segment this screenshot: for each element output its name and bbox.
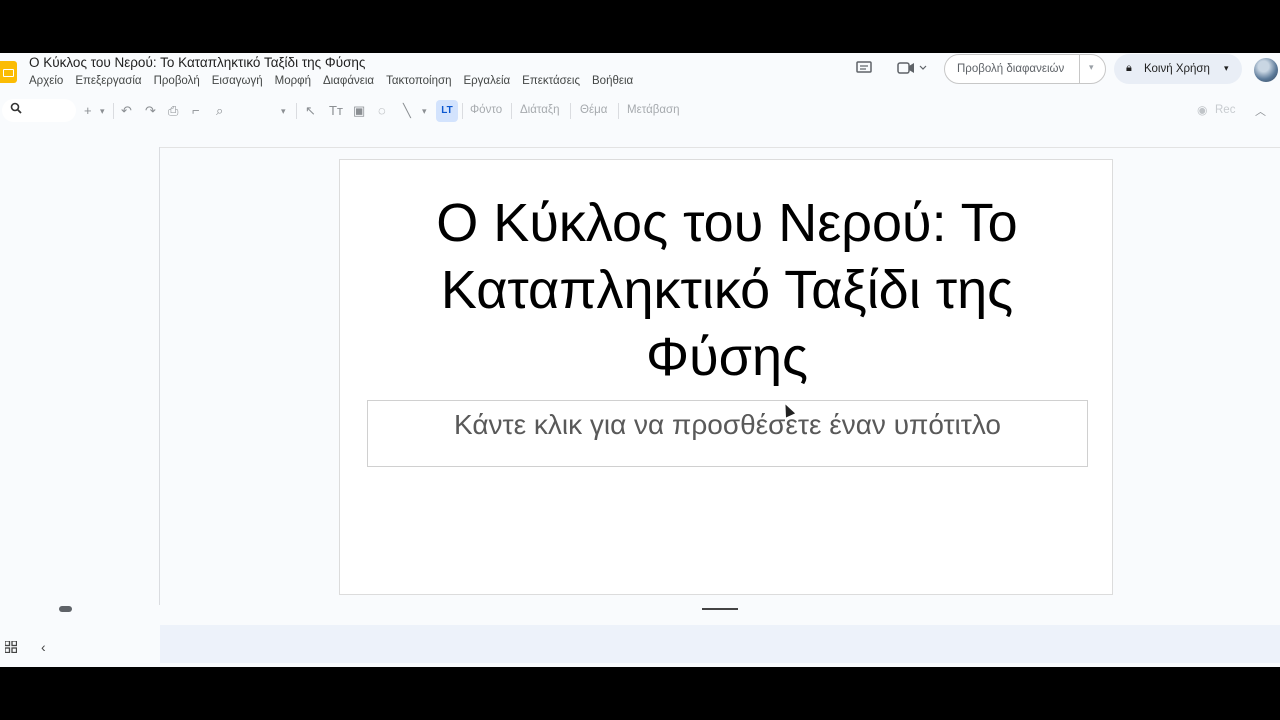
text-format-icon[interactable]: LT <box>436 100 458 122</box>
divider <box>113 103 114 119</box>
paint-format-icon[interactable]: ⌐ <box>192 103 200 118</box>
print-icon[interactable]: ⎙ <box>168 103 178 119</box>
transition-button[interactable]: Μετάβαση <box>627 104 680 116</box>
slides-app: Ο Κύκλος του Νερού: Το Καταπληκτικό Ταξί… <box>0 53 1280 667</box>
textbox-icon[interactable]: Tт <box>329 103 343 118</box>
chevron-down-icon[interactable]: ▾ <box>100 106 105 117</box>
line-icon[interactable]: ╲ <box>403 103 411 119</box>
image-icon[interactable]: ▣ <box>353 103 365 119</box>
divider <box>1079 55 1080 83</box>
select-icon[interactable]: ↖ <box>305 103 316 119</box>
menu-bar: Αρχείο Επεξεργασία Προβολή Εισαγωγή Μορφ… <box>29 75 633 87</box>
lock-icon: 🔒︎ <box>1126 62 1132 74</box>
layout-button[interactable]: Διάταξη <box>520 104 559 116</box>
menu-view[interactable]: Προβολή <box>154 75 200 87</box>
menu-tools[interactable]: Εργαλεία <box>463 75 510 87</box>
menu-extensions[interactable]: Επεκτάσεις <box>522 75 580 87</box>
undo-icon[interactable]: ↶ <box>121 103 132 119</box>
menu-format[interactable]: Μορφή <box>275 75 311 87</box>
redo-icon[interactable]: ↷ <box>145 103 156 119</box>
document-title[interactable]: Ο Κύκλος του Νερού: Το Καταπληκτικό Ταξί… <box>29 55 365 70</box>
slideshow-button[interactable]: Προβολή διαφανειών ▾ <box>944 54 1106 84</box>
chevron-down-icon[interactable]: ▾ <box>1089 62 1094 73</box>
notes-resize-handle[interactable] <box>702 608 738 610</box>
add-icon[interactable]: + <box>84 103 92 118</box>
shape-icon[interactable]: ◌ <box>378 103 386 118</box>
divider <box>159 147 160 605</box>
avatar[interactable] <box>1254 58 1278 82</box>
background-button[interactable]: Φόντο <box>470 104 502 116</box>
zoom-icon[interactable]: ⌕ <box>216 103 223 119</box>
chevron-down-icon[interactable]: ▾ <box>422 106 427 117</box>
comments-icon[interactable] <box>856 61 872 79</box>
menu-slide[interactable]: Διαφάνεια <box>323 75 374 87</box>
chevron-down-icon[interactable]: ▾ <box>281 106 286 117</box>
menu-edit[interactable]: Επεξεργασία <box>75 75 141 87</box>
search-icon <box>10 102 22 117</box>
menu-help[interactable]: Βοήθεια <box>592 75 633 87</box>
divider <box>296 103 297 119</box>
collapse-icon[interactable]: ︿ <box>1255 103 1266 119</box>
menu-insert[interactable]: Εισαγωγή <box>212 75 263 87</box>
share-button[interactable]: 🔒︎ Κοινή Χρήση ▾ <box>1114 54 1242 84</box>
slide[interactable]: Ο Κύκλος του Νερού: Το Καταπληκτικό Ταξί… <box>339 159 1113 595</box>
search-menus[interactable] <box>2 99 76 122</box>
theme-button[interactable]: Θέμα <box>580 104 607 116</box>
chevron-left-icon[interactable]: ‹ <box>41 639 46 655</box>
subtitle-placeholder-box[interactable]: Κάντε κλικ για να προσθέσετε έναν υπότιτ… <box>367 400 1088 467</box>
rec-icon[interactable]: ◉ <box>1197 103 1207 117</box>
share-label: Κοινή Χρήση <box>1144 63 1210 75</box>
divider <box>511 103 512 119</box>
toolbar: + ▾ ↶ ↷ ⎙ ⌐ ⌕ ▾ ↖ Tт ▣ ◌ ╲ ▾ LT Φόντο Δι… <box>0 97 1280 125</box>
rec-label[interactable]: Rec <box>1215 104 1235 116</box>
speaker-notes-area[interactable] <box>160 625 1280 663</box>
grid-view-icon[interactable] <box>4 640 18 656</box>
chevron-down-icon[interactable]: ▾ <box>1224 63 1229 74</box>
menu-file[interactable]: Αρχείο <box>29 75 63 87</box>
divider <box>570 103 571 119</box>
menu-arrange[interactable]: Τακτοποίηση <box>386 75 451 87</box>
divider <box>618 103 619 119</box>
divider <box>462 103 463 119</box>
filmstrip-resize-handle[interactable] <box>59 606 72 612</box>
meet-icon[interactable] <box>897 61 927 79</box>
slides-logo-icon[interactable] <box>0 61 17 83</box>
subtitle-placeholder[interactable]: Κάντε κλικ για να προσθέσετε έναν υπότιτ… <box>368 409 1087 441</box>
slideshow-label: Προβολή διαφανειών <box>957 63 1065 75</box>
slide-title[interactable]: Ο Κύκλος του Νερού: Το Καταπληκτικό Ταξί… <box>400 190 1054 391</box>
